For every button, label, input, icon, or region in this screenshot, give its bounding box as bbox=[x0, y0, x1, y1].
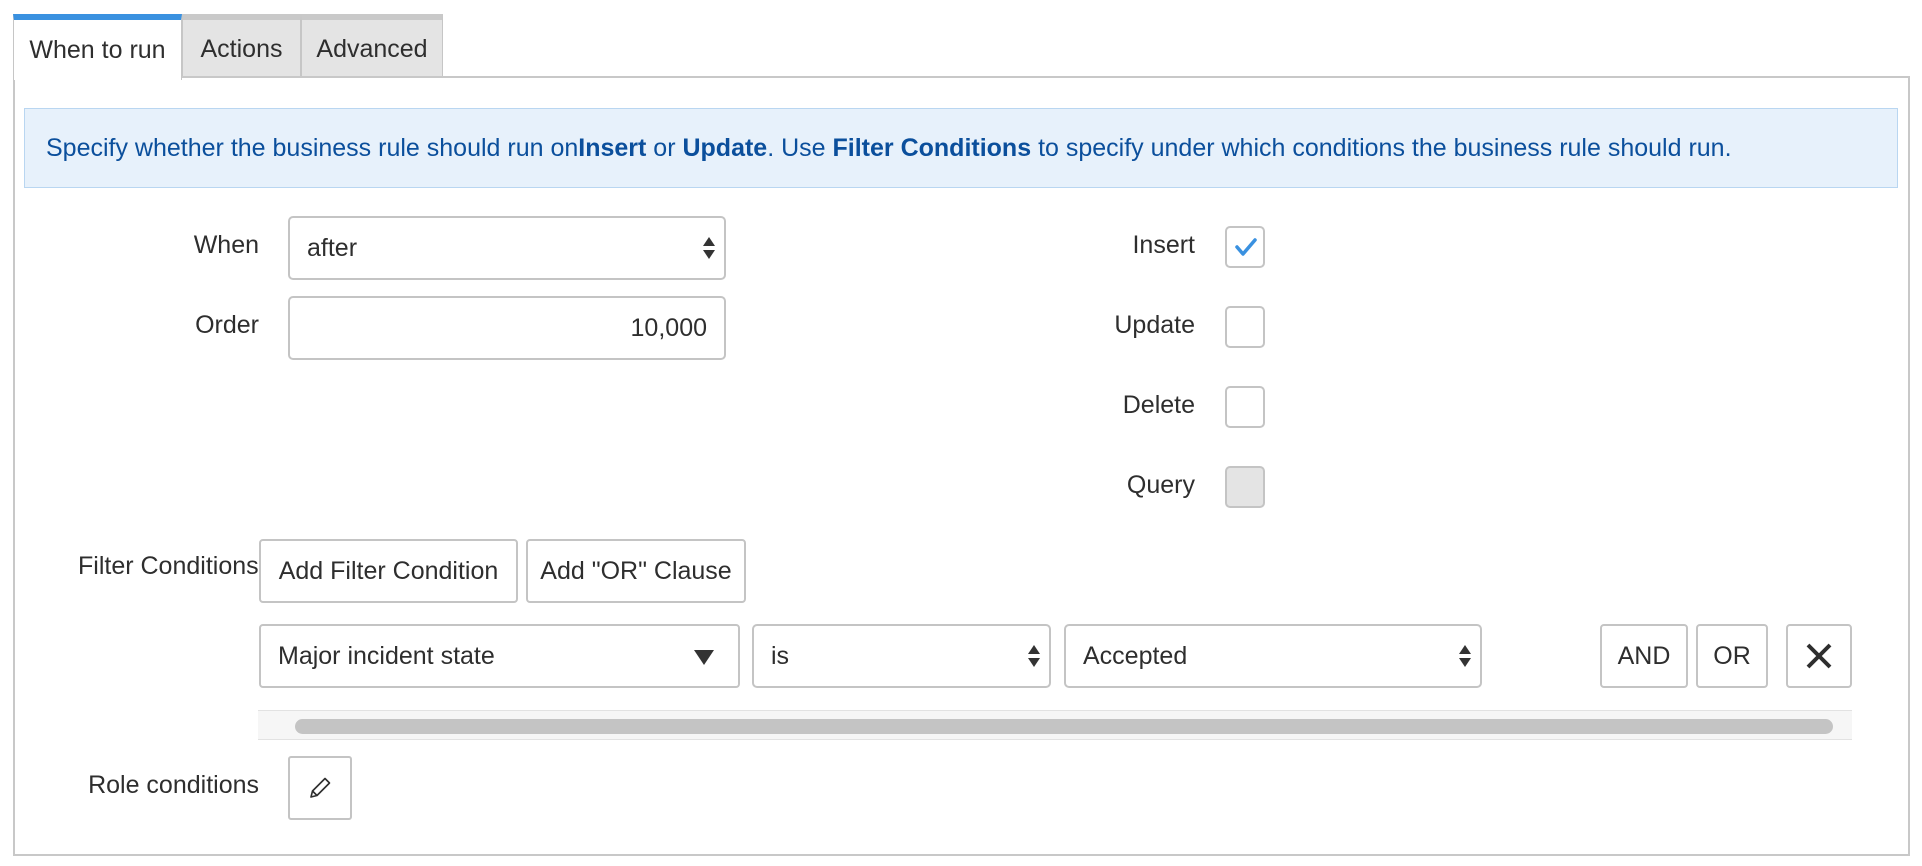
when-select-value: after bbox=[307, 233, 358, 262]
close-icon bbox=[1806, 643, 1832, 669]
info-insert: Insert bbox=[578, 133, 647, 162]
add-filter-condition-button[interactable]: Add Filter Condition bbox=[259, 539, 518, 603]
query-checkbox bbox=[1225, 466, 1265, 508]
caret-down-icon bbox=[694, 650, 714, 665]
role-conditions-label: Role conditions bbox=[88, 771, 259, 799]
info-text-2: or bbox=[646, 133, 683, 162]
condition-operator-value: is bbox=[771, 641, 790, 670]
condition-operator-select[interactable]: is bbox=[752, 624, 1051, 688]
horizontal-scrollbar[interactable] bbox=[258, 710, 1852, 740]
when-label: When bbox=[193, 231, 259, 259]
condition-value-select[interactable]: Accepted bbox=[1064, 624, 1482, 688]
condition-field-value: Major incident state bbox=[278, 641, 495, 670]
up-down-arrows-icon bbox=[1028, 645, 1040, 667]
insert-checkbox[interactable] bbox=[1225, 226, 1265, 268]
info-text-4: to specify under which conditions the bu… bbox=[1031, 133, 1732, 162]
info-text-3: . Use bbox=[767, 133, 833, 162]
check-icon bbox=[1235, 238, 1257, 256]
and-button[interactable]: AND bbox=[1600, 624, 1688, 688]
update-label: Update bbox=[1114, 311, 1195, 339]
delete-checkbox[interactable] bbox=[1225, 386, 1265, 428]
info-filter-conditions: Filter Conditions bbox=[832, 133, 1032, 162]
add-or-clause-button[interactable]: Add "OR" Clause bbox=[526, 539, 746, 603]
order-input[interactable]: 10,000 bbox=[288, 296, 726, 360]
condition-field-select[interactable]: Major incident state bbox=[259, 624, 740, 688]
when-select[interactable]: after bbox=[288, 216, 726, 280]
up-down-arrows-icon bbox=[703, 237, 715, 259]
order-label: Order bbox=[195, 311, 259, 339]
tab-advanced[interactable]: Advanced bbox=[301, 14, 443, 78]
delete-label: Delete bbox=[1122, 391, 1195, 419]
condition-value-value: Accepted bbox=[1083, 641, 1188, 670]
insert-label: Insert bbox=[1132, 231, 1195, 259]
update-checkbox[interactable] bbox=[1225, 306, 1265, 348]
info-text-1: Specify whether the business rule should… bbox=[46, 133, 579, 162]
query-label: Query bbox=[1126, 471, 1195, 499]
up-down-arrows-icon bbox=[1459, 645, 1471, 667]
pencil-icon bbox=[310, 777, 331, 798]
edit-role-conditions-button[interactable] bbox=[288, 756, 352, 820]
info-banner: Specify whether the business rule should… bbox=[24, 108, 1898, 188]
remove-condition-button[interactable] bbox=[1786, 624, 1852, 688]
scrollbar-thumb[interactable] bbox=[295, 719, 1833, 734]
filter-conditions-label: Filter Conditions bbox=[78, 552, 259, 580]
or-button[interactable]: OR bbox=[1696, 624, 1768, 688]
tab-when-to-run[interactable]: When to run bbox=[13, 14, 182, 80]
tab-actions[interactable]: Actions bbox=[182, 14, 301, 78]
info-update: Update bbox=[682, 133, 768, 162]
